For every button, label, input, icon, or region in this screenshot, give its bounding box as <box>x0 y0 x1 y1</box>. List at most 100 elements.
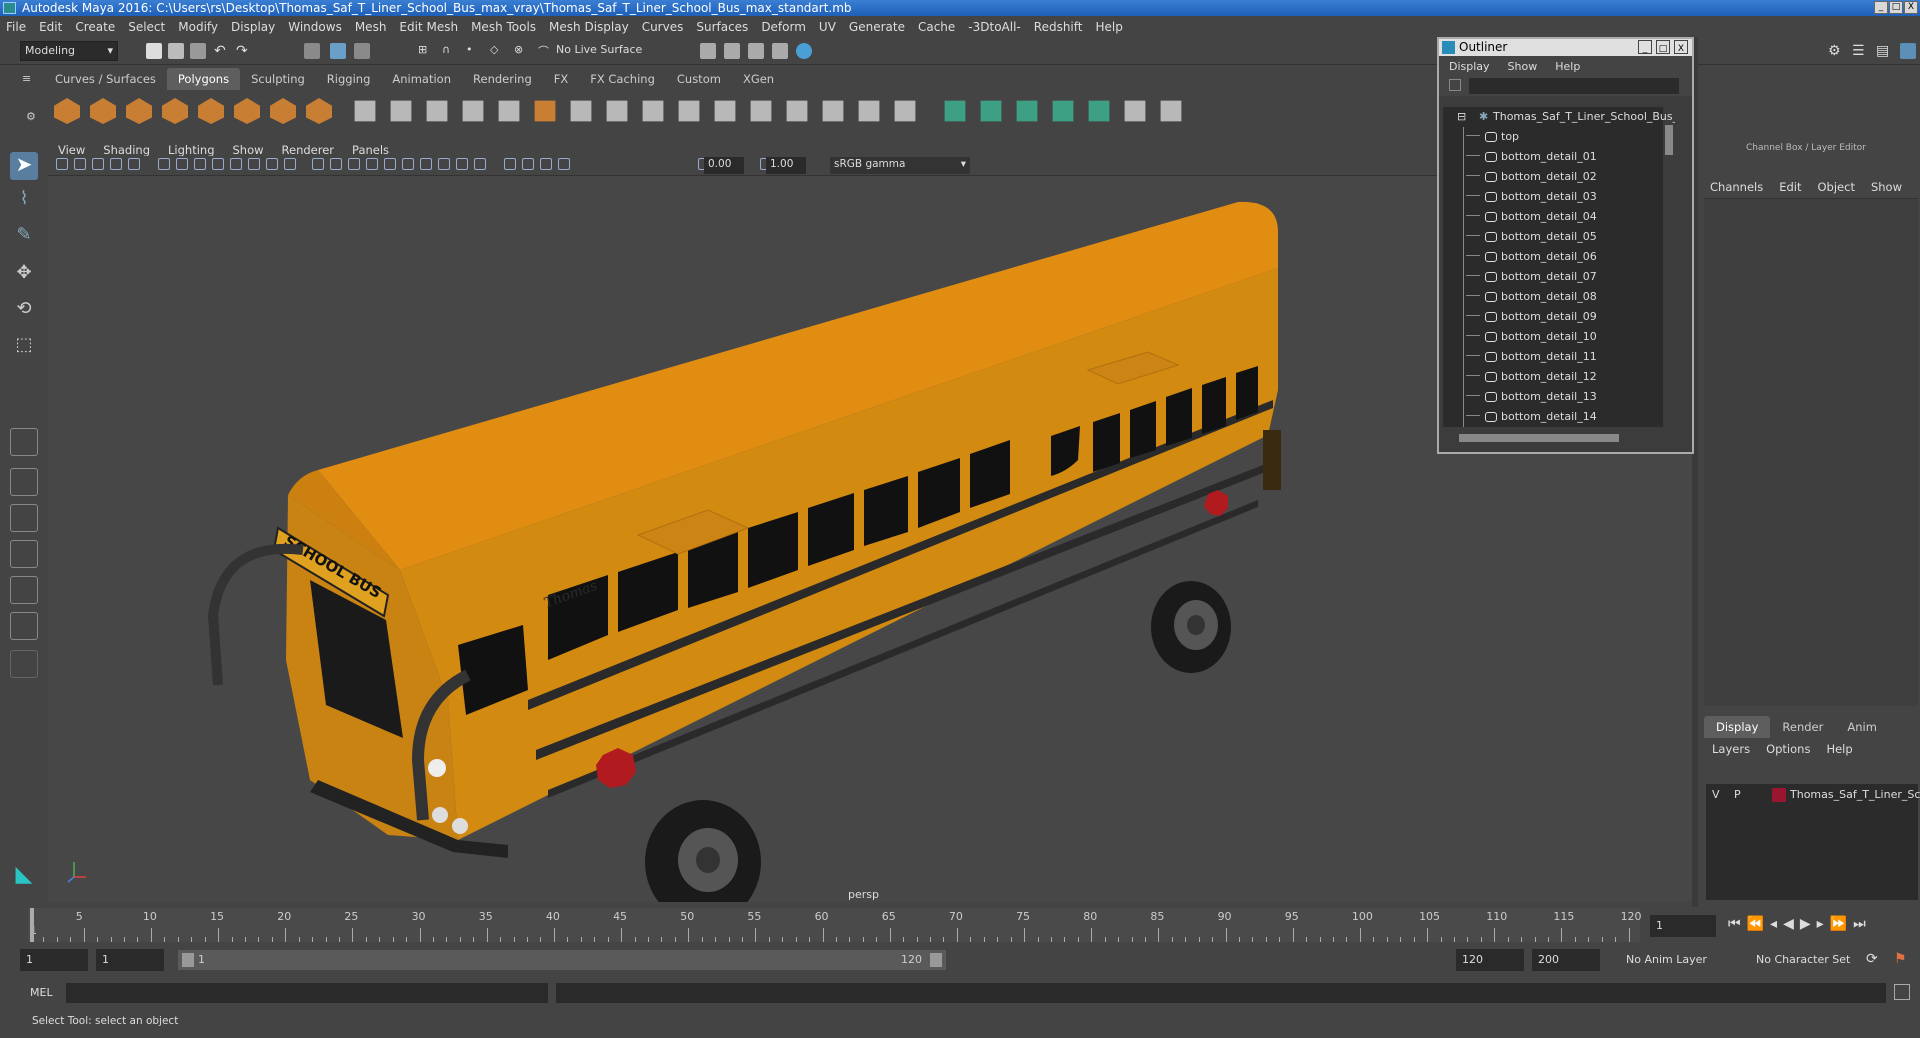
channel-box-toggle-icon[interactable] <box>1900 43 1916 59</box>
xray-components-icon[interactable] <box>558 158 570 170</box>
outliner-item-bottom-detail-14[interactable]: bottom_detail_14 <box>1443 407 1675 427</box>
anti-alias-icon[interactable] <box>456 158 468 170</box>
shadows-icon[interactable] <box>402 158 414 170</box>
planar-uv-icon[interactable] <box>944 100 966 122</box>
image-plane-icon[interactable] <box>110 158 122 170</box>
step-forward-frame-icon[interactable]: ▸ <box>1817 916 1830 932</box>
grease-pencil-icon[interactable] <box>158 158 170 170</box>
menu-cache[interactable]: Cache <box>918 20 955 34</box>
combine-icon[interactable] <box>354 100 376 122</box>
animation-preferences-icon[interactable]: ⚑ <box>1894 951 1907 967</box>
menu-help[interactable]: Help <box>1095 20 1122 34</box>
channel-menu-edit[interactable]: Edit <box>1779 180 1801 194</box>
camera-attr-icon[interactable] <box>74 158 86 170</box>
uv-tool-icon[interactable] <box>1160 100 1182 122</box>
menu-mesh-tools[interactable]: Mesh Tools <box>471 20 536 34</box>
shelf-tab-curves-surfaces[interactable]: Curves / Surfaces <box>44 68 167 90</box>
outliner-item-bottom-detail-05[interactable]: bottom_detail_05 <box>1443 227 1675 247</box>
menu-edit-mesh[interactable]: Edit Mesh <box>399 20 458 34</box>
separate-icon[interactable] <box>390 100 412 122</box>
command-language[interactable]: MEL <box>30 986 53 999</box>
viewport-menu-show[interactable]: Show <box>233 143 264 157</box>
shelf-tab-xgen[interactable]: XGen <box>732 68 785 90</box>
command-input[interactable] <box>66 983 548 1003</box>
menu-3dtoall[interactable]: -3DtoAll- <box>968 20 1020 34</box>
channel-menu-channels[interactable]: Channels <box>1710 180 1763 194</box>
layer-tab-display[interactable]: Display <box>1704 716 1771 738</box>
render-view-icon[interactable] <box>700 43 716 59</box>
minimize-button[interactable]: _ <box>1874 1 1888 14</box>
menu-redshift[interactable]: Redshift <box>1034 20 1083 34</box>
collapse-toggle-icon[interactable]: ⊟ <box>1457 107 1466 127</box>
outliner-item-bottom-detail-07[interactable]: bottom_detail_07 <box>1443 267 1675 287</box>
outliner-item-bottom-detail-01[interactable]: bottom_detail_01 <box>1443 147 1675 167</box>
safe-action-icon[interactable] <box>266 158 278 170</box>
move-tool-icon[interactable]: ✥ <box>10 262 38 290</box>
open-scene-icon[interactable] <box>168 43 184 59</box>
shelf-options-icon[interactable]: ⚙ <box>26 110 36 123</box>
sew-uv-icon[interactable] <box>1088 100 1110 122</box>
extrude-icon[interactable] <box>534 100 556 122</box>
snap-surface-icon[interactable]: ⊗ <box>514 43 530 59</box>
shelf-tab-animation[interactable]: Animation <box>381 68 462 90</box>
auto-key-icon[interactable]: ⟳ <box>1866 951 1878 967</box>
custom-layout-icon[interactable] <box>10 612 38 640</box>
single-perspective-layout-icon[interactable] <box>10 428 38 456</box>
maximize-button[interactable]: □ <box>1889 1 1903 14</box>
scene-end-field[interactable]: 200 <box>1532 949 1600 971</box>
outliner-item-bottom-detail-13[interactable]: bottom_detail_13 <box>1443 387 1675 407</box>
persp-graph-layout-icon[interactable] <box>10 540 38 568</box>
textured-icon[interactable] <box>366 158 378 170</box>
safe-title-icon[interactable] <box>284 158 296 170</box>
append-icon[interactable] <box>750 100 772 122</box>
menu-mesh-display[interactable]: Mesh Display <box>549 20 629 34</box>
cone-icon[interactable] <box>162 98 188 124</box>
shelf-tab-rendering[interactable]: Rendering <box>462 68 543 90</box>
attribute-editor-toggle-icon[interactable]: ☰ <box>1852 43 1868 59</box>
outliner-item-bottom-detail-03[interactable]: bottom_detail_03 <box>1443 187 1675 207</box>
outliner-minimize-button[interactable]: _ <box>1638 40 1652 54</box>
outliner-menu-display[interactable]: Display <box>1449 60 1490 73</box>
select-component-icon[interactable] <box>354 43 370 59</box>
layer-tab-anim[interactable]: Anim <box>1835 716 1889 738</box>
shelf-tab-sculpting[interactable]: Sculpting <box>240 68 316 90</box>
outliner-item-bottom-detail-10[interactable]: bottom_detail_10 <box>1443 327 1675 347</box>
lasso-tool-icon[interactable]: ⌇ <box>10 188 38 216</box>
fill-hole-icon[interactable] <box>714 100 736 122</box>
scale-tool-icon[interactable]: ⬚ <box>10 334 38 362</box>
paint-select-tool-icon[interactable]: ✎ <box>10 224 38 252</box>
select-tool-icon[interactable]: ➤ <box>10 152 38 180</box>
menu-generate[interactable]: Generate <box>849 20 905 34</box>
plane-icon[interactable] <box>198 98 224 124</box>
shelf-tab-polygons[interactable]: Polygons <box>166 68 241 90</box>
isolate-select-icon[interactable] <box>504 158 516 170</box>
outliner-item-bottom-detail-09[interactable]: bottom_detail_09 <box>1443 307 1675 327</box>
viewport-menu-lighting[interactable]: Lighting <box>168 143 214 157</box>
outliner-item-bottom-detail-12[interactable]: bottom_detail_12 <box>1443 367 1675 387</box>
cube-icon[interactable] <box>90 98 116 124</box>
layer-row[interactable]: V P Thomas_Saf_T_Liner_Sc <box>1706 786 1920 804</box>
current-frame-marker[interactable] <box>30 908 34 942</box>
menu-modify[interactable]: Modify <box>178 20 218 34</box>
pyramid-icon[interactable] <box>270 98 296 124</box>
save-scene-icon[interactable] <box>190 43 206 59</box>
playback-end-field[interactable]: 120 <box>1456 949 1524 971</box>
layer-tab-render[interactable]: Render <box>1770 716 1835 738</box>
layer-visibility-toggle[interactable]: V <box>1712 788 1720 801</box>
snap-grid-icon[interactable]: ⊞ <box>418 43 434 59</box>
menu-curves[interactable]: Curves <box>642 20 684 34</box>
grid-icon[interactable] <box>176 158 188 170</box>
outliner-item-bottom-detail-06[interactable]: bottom_detail_06 <box>1443 247 1675 267</box>
step-forward-key-icon[interactable]: ⏩ <box>1830 916 1853 932</box>
channel-menu-show[interactable]: Show <box>1871 180 1902 194</box>
gamma-field[interactable]: 1.00 <box>766 157 806 174</box>
range-start-handle[interactable] <box>182 953 194 967</box>
play-forward-icon[interactable]: ▶ <box>1800 916 1817 932</box>
multi-cut-icon[interactable] <box>606 100 628 122</box>
shelf-menu-icon[interactable]: ≡ <box>22 72 31 85</box>
automatic-uv-icon[interactable] <box>1052 100 1074 122</box>
xray-icon[interactable] <box>522 158 534 170</box>
camera-icon[interactable] <box>56 158 68 170</box>
menu-create[interactable]: Create <box>75 20 115 34</box>
soft-select-icon[interactable] <box>894 100 916 122</box>
